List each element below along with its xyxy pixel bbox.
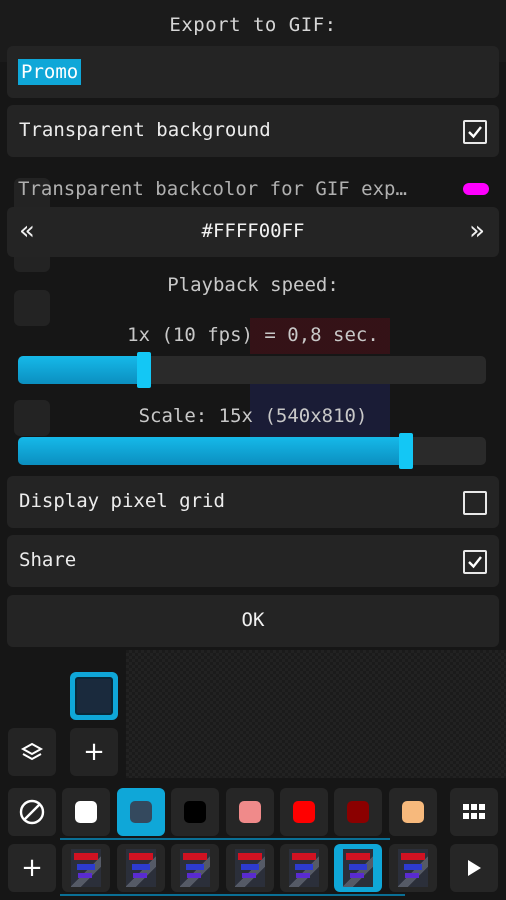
color-hex-value: #FFFF00FF [201, 220, 305, 242]
frame-thumbnail[interactable] [280, 844, 328, 892]
add-layer-label: + [83, 737, 105, 767]
add-layer-button[interactable]: + [70, 728, 118, 776]
playback-speed-slider[interactable] [18, 352, 486, 388]
display-pixel-grid-row[interactable]: Display pixel grid [7, 476, 499, 528]
swatch-fill [184, 801, 206, 823]
ok-label: OK [241, 609, 265, 631]
transparent-background-row[interactable]: Transparent background [7, 105, 499, 157]
layers-button[interactable] [8, 728, 56, 776]
transparent-backcolor-label: Transparent backcolor for GIF exp… [18, 178, 407, 200]
playback-speed-value: 1x (10 fps) = 0,8 sec. [127, 324, 379, 346]
checkmark-icon [468, 556, 482, 569]
scale-slider[interactable] [18, 433, 486, 469]
palette-color-swatch[interactable] [226, 788, 274, 836]
transparent-background-checkbox[interactable] [463, 120, 487, 144]
playback-speed-heading: Playback speed: [167, 274, 339, 296]
play-button[interactable] [450, 844, 498, 892]
frame-thumbnail[interactable] [62, 844, 110, 892]
grid-icon [463, 804, 485, 819]
share-row[interactable]: Share [7, 535, 499, 587]
share-checkbox[interactable] [463, 550, 487, 574]
transparent-background-label: Transparent background [19, 119, 271, 141]
swatch-fill [130, 801, 152, 823]
layer-thumbnail[interactable] [70, 672, 118, 720]
palette-grid-button[interactable] [450, 788, 498, 836]
frame-thumbnail[interactable] [226, 844, 274, 892]
swatch-fill [293, 801, 315, 823]
play-icon [468, 860, 481, 876]
frame-thumbnail[interactable] [117, 844, 165, 892]
slider-handle[interactable] [137, 352, 151, 388]
palette-color-swatch[interactable] [389, 788, 437, 836]
checkmark-icon [468, 126, 482, 139]
frame-thumbnail[interactable] [171, 844, 219, 892]
palette-color-swatch[interactable] [334, 788, 382, 836]
frames-strip: + [0, 844, 506, 896]
no-color-button[interactable] [8, 788, 56, 836]
share-label: Share [19, 549, 77, 571]
frames-scroll-indicator [60, 894, 405, 896]
palette-color-swatch[interactable] [117, 788, 165, 836]
slider-fill [18, 437, 406, 465]
ok-button[interactable]: OK [7, 595, 499, 647]
frame-thumbnail-selected[interactable] [334, 844, 382, 892]
swatch-fill [347, 801, 369, 823]
display-pixel-grid-checkbox[interactable] [463, 491, 487, 515]
display-pixel-grid-label: Display pixel grid [19, 490, 225, 512]
color-selector: « #FFFF00FF » [7, 207, 499, 257]
add-frame-label: + [21, 853, 43, 883]
add-frame-button[interactable]: + [8, 844, 56, 892]
color-next-button[interactable]: » [469, 217, 485, 245]
slider-handle[interactable] [399, 433, 413, 469]
palette-color-swatch[interactable] [171, 788, 219, 836]
slider-fill [18, 356, 144, 384]
palette-color-swatch[interactable] [62, 788, 110, 836]
dialog-title: Export to GIF: [169, 14, 337, 36]
swatch-fill [75, 801, 97, 823]
frame-thumbnail[interactable] [389, 844, 437, 892]
palette-scroll-indicator [60, 838, 390, 840]
layers-icon [20, 742, 44, 761]
canvas-area[interactable] [126, 650, 506, 778]
backcolor-swatch [463, 183, 489, 195]
file-name-value[interactable]: Promo [18, 59, 82, 85]
palette-color-swatch[interactable] [280, 788, 328, 836]
swatch-fill [239, 801, 261, 823]
no-color-icon [19, 799, 45, 825]
scale-value: Scale: 15x (540x810) [138, 405, 368, 427]
swatch-fill [402, 801, 424, 823]
color-palette [0, 788, 506, 840]
file-name-field[interactable]: Promo [7, 46, 499, 98]
